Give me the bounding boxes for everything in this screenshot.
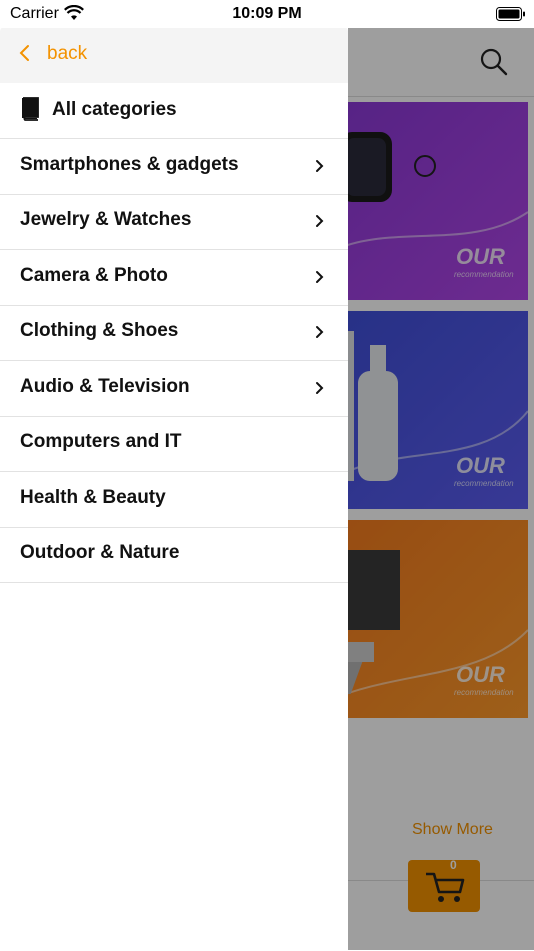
- category-row-health[interactable]: Health & Beauty: [0, 472, 348, 528]
- chevron-right-icon: [315, 214, 325, 233]
- category-row-outdoor[interactable]: Outdoor & Nature: [0, 527, 348, 583]
- chevron-right-icon: [315, 325, 325, 344]
- chevron-right-icon: [315, 270, 325, 289]
- chevron-right-icon: [315, 159, 325, 178]
- category-row-smartphones[interactable]: Smartphones & gadgets: [0, 139, 348, 195]
- category-label: Jewelry & Watches: [20, 209, 192, 230]
- book-icon: [20, 97, 40, 126]
- category-label: Clothing & Shoes: [20, 320, 179, 341]
- back-button[interactable]: back: [47, 43, 87, 65]
- category-label: Audio & Television: [20, 376, 190, 397]
- all-categories-label: All categories: [52, 99, 177, 120]
- categories-drawer: back All categories Smartphones & gadget…: [0, 26, 348, 950]
- chevron-left-icon[interactable]: [18, 44, 30, 67]
- battery-icon: [496, 7, 526, 26]
- category-row-clothing[interactable]: Clothing & Shoes: [0, 305, 348, 361]
- category-label: Camera & Photo: [20, 265, 168, 286]
- back-bar[interactable]: back: [0, 26, 348, 83]
- category-row-camera[interactable]: Camera & Photo: [0, 250, 348, 306]
- category-row-jewelry[interactable]: Jewelry & Watches: [0, 194, 348, 250]
- category-label: Smartphones & gadgets: [20, 154, 239, 175]
- category-row-audio[interactable]: Audio & Television: [0, 361, 348, 417]
- category-label: Health & Beauty: [20, 487, 166, 508]
- status-bar: Carrier 10:09 PM: [0, 0, 534, 28]
- category-label: Outdoor & Nature: [20, 542, 180, 563]
- chevron-right-icon: [315, 381, 325, 400]
- clock-time: 10:09 PM: [232, 5, 302, 22]
- category-label: Computers and IT: [20, 431, 182, 452]
- category-row-computers[interactable]: Computers and IT: [0, 416, 348, 472]
- all-categories-row[interactable]: All categories: [0, 83, 348, 139]
